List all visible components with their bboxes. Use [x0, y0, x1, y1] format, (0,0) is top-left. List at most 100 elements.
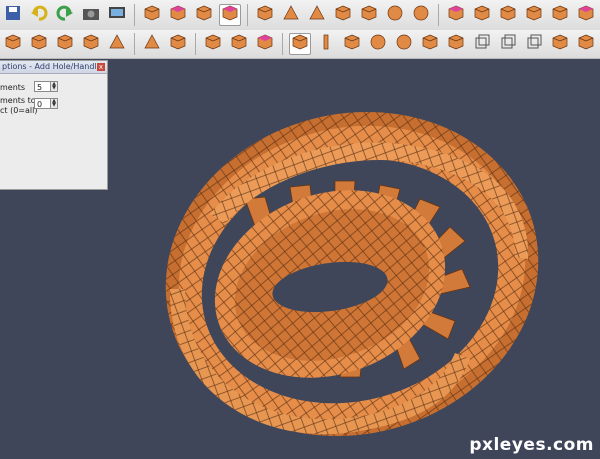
holes-cube-button[interactable] — [445, 33, 467, 55]
camera-icon — [82, 4, 100, 26]
undo-button[interactable] — [28, 4, 50, 26]
dark-cube-2-icon — [577, 33, 595, 55]
dark-cube-button[interactable] — [549, 33, 571, 55]
torus-mesh — [165, 111, 539, 437]
connect-stepper[interactable]: ▲ ▼ — [50, 98, 58, 109]
pink-cube-icon — [447, 4, 465, 26]
redo-button[interactable] — [54, 4, 76, 26]
barrel-icon — [169, 33, 187, 55]
cube-tool-2-icon — [195, 4, 213, 26]
cube-small-button[interactable] — [523, 4, 545, 26]
chamfer-icon — [56, 33, 74, 55]
stairs-button[interactable] — [289, 33, 311, 55]
tetra-2-button[interactable] — [141, 33, 163, 55]
sphere-dark-button[interactable] — [410, 4, 432, 26]
pentagon-prism-button[interactable] — [497, 4, 519, 26]
bevel-shape-button[interactable] — [28, 33, 50, 55]
toolbar-separator — [247, 4, 248, 26]
tetra-2-icon — [143, 33, 161, 55]
chamfer-button[interactable] — [54, 33, 76, 55]
segments-to-label: ments to — [0, 96, 36, 105]
add-hole-handle-panel: ptions - Add Hole/Handle x ments 5 ▲ ▼ me… — [0, 60, 108, 190]
dodecahedron-button[interactable] — [358, 4, 380, 26]
half-cube-button[interactable] — [341, 33, 363, 55]
cube-selected-icon — [221, 4, 239, 26]
bar-button[interactable] — [315, 33, 337, 55]
bar-icon — [317, 33, 335, 55]
cube-pink-button[interactable] — [167, 4, 189, 26]
toolbar-separator — [134, 4, 135, 26]
pink-top-cube-button[interactable] — [254, 33, 276, 55]
connect-label: ct (0=all) — [0, 106, 38, 115]
wedge-button[interactable] — [80, 33, 102, 55]
wire-cube-button[interactable] — [471, 33, 493, 55]
sphere-button[interactable] — [384, 4, 406, 26]
sphere-icon — [386, 4, 404, 26]
display-icon — [108, 4, 126, 26]
box-button[interactable] — [254, 4, 276, 26]
wire-cube-3-button[interactable] — [523, 33, 545, 55]
toolbar-row-1 — [0, 0, 600, 31]
pyramid-2-button[interactable] — [106, 33, 128, 55]
display-button[interactable] — [106, 4, 128, 26]
pentagon-icon — [334, 4, 352, 26]
cube-tool-2-button[interactable] — [193, 4, 215, 26]
stairs-icon — [291, 33, 309, 55]
hexagon-pink-icon — [577, 4, 595, 26]
segments-stepper[interactable]: ▲ ▼ — [50, 81, 58, 92]
dark-cube-2-button[interactable] — [575, 33, 597, 55]
cube-pink-icon — [169, 4, 187, 26]
spiral-button[interactable] — [393, 33, 415, 55]
rounded-cube-icon — [421, 33, 439, 55]
save-button[interactable] — [2, 4, 24, 26]
wedge-icon — [82, 33, 100, 55]
hexagon-pink-button[interactable] — [575, 4, 597, 26]
barrel-button[interactable] — [167, 33, 189, 55]
torus-icon — [369, 33, 387, 55]
slant-cube-icon — [230, 33, 248, 55]
tetrahedron-icon — [308, 4, 326, 26]
toolbar-separator — [134, 33, 135, 55]
cube-tool-1-button[interactable] — [141, 4, 163, 26]
dodecahedron-icon — [360, 4, 378, 26]
slant-cube-button[interactable] — [228, 33, 250, 55]
bevel-shape-icon — [30, 33, 48, 55]
cube-group-button[interactable] — [549, 4, 571, 26]
cube-selected-button[interactable] — [219, 4, 241, 26]
dark-cube-icon — [551, 33, 569, 55]
bevel-button[interactable] — [471, 4, 493, 26]
pink-top-cube-icon — [256, 33, 274, 55]
wire-cube-icon — [473, 33, 491, 55]
sphere-dark-icon — [412, 4, 430, 26]
cube-tool-1-icon — [143, 4, 161, 26]
pyramid-button[interactable] — [280, 4, 302, 26]
panel-title: ptions - Add Hole/Handle — [0, 61, 107, 74]
watermark: pxleyes.com — [469, 435, 594, 455]
segments-label: ments — [0, 83, 26, 92]
pentagon-button[interactable] — [332, 4, 354, 26]
pink-cube-button[interactable] — [445, 4, 467, 26]
torus-button[interactable] — [367, 33, 389, 55]
toolbar-separator — [195, 33, 196, 55]
bevel-icon — [473, 4, 491, 26]
pyramid-icon — [282, 4, 300, 26]
pyramid-2-icon — [108, 33, 126, 55]
close-button[interactable]: x — [97, 63, 105, 71]
cut-cube-icon — [204, 33, 222, 55]
camera-button[interactable] — [80, 4, 102, 26]
rounded-cube-button[interactable] — [419, 33, 441, 55]
toolbar-separator — [282, 33, 283, 55]
cut-cube-button[interactable] — [202, 33, 224, 55]
extrude-icon — [4, 33, 22, 55]
wire-cube-2-button[interactable] — [497, 33, 519, 55]
cube-group-icon — [551, 4, 569, 26]
redo-icon — [56, 4, 74, 26]
toolbar-separator — [438, 4, 439, 26]
save-icon — [4, 4, 22, 26]
spiral-icon — [395, 33, 413, 55]
undo-icon — [30, 4, 48, 26]
toolbar-row-2 — [0, 30, 600, 59]
pentagon-prism-icon — [499, 4, 517, 26]
extrude-button[interactable] — [2, 33, 24, 55]
tetrahedron-button[interactable] — [306, 4, 328, 26]
